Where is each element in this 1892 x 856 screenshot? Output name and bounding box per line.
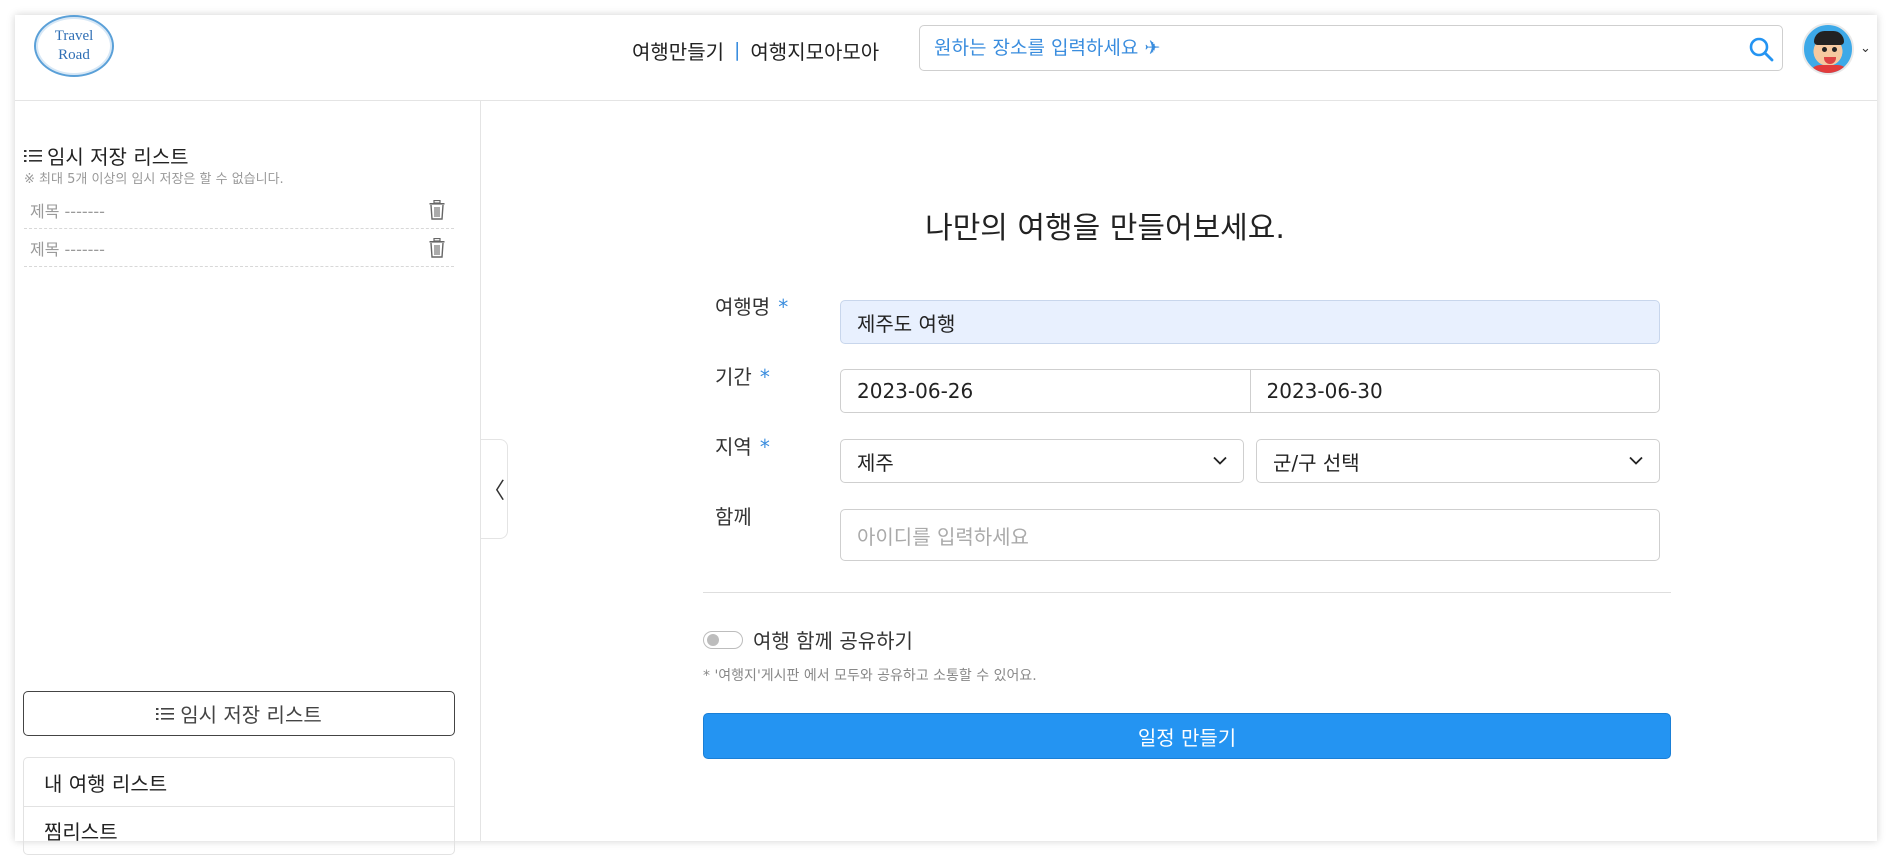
search-icon[interactable]	[1744, 32, 1778, 66]
page-title: 나만의 여행을 만들어보세요.	[925, 211, 1285, 246]
temp-list-heading: 임시 저장 리스트	[24, 141, 189, 170]
nav-destinations[interactable]: 여행지모아모아	[750, 36, 879, 65]
trip-name-label: 여행명 *	[715, 295, 789, 319]
period-label: 기간 *	[715, 365, 770, 389]
chevron-left-icon: 〈	[482, 479, 505, 504]
form-divider	[703, 592, 1671, 593]
user-avatar[interactable]	[1802, 23, 1854, 75]
chevron-down-icon	[1213, 456, 1227, 465]
temp-list-button[interactable]: 임시 저장 리스트	[23, 691, 455, 736]
list-icon	[24, 149, 42, 162]
sidebar-collapse-button[interactable]: 〈	[481, 439, 508, 539]
top-header: Travel Road 여행만들기 | 여행지모아모아 ⌄	[15, 15, 1877, 101]
nav-separator: |	[734, 39, 741, 61]
start-date-input[interactable]: 2023-06-26	[841, 370, 1250, 412]
temp-list-title: 임시 저장 리스트	[47, 145, 189, 169]
end-date-input[interactable]: 2023-06-30	[1249, 370, 1660, 412]
search-input[interactable]	[934, 26, 1724, 70]
together-label: 함께	[715, 505, 752, 529]
logo-text-line2: Road	[58, 47, 90, 63]
search-bar	[919, 25, 1783, 71]
my-trip-list-link[interactable]: 내 여행 리스트	[24, 758, 454, 806]
share-toggle[interactable]	[703, 630, 743, 649]
region-label: 지역 *	[715, 435, 770, 459]
app-window: Travel Road 여행만들기 | 여행지모아모아 ⌄	[15, 15, 1877, 855]
list-icon	[156, 707, 175, 720]
required-mark: *	[759, 435, 770, 459]
share-note: * '여행지'게시판 에서 모두와 공유하고 소통할 수 있어요.	[703, 668, 1037, 684]
create-schedule-button[interactable]: 일정 만들기	[703, 713, 1671, 759]
required-mark: *	[759, 365, 770, 389]
nav-make-trip[interactable]: 여행만들기	[632, 36, 724, 65]
temp-list-button-label: 임시 저장 리스트	[180, 703, 322, 727]
chevron-down-icon	[1629, 456, 1643, 465]
trash-icon[interactable]	[426, 199, 448, 221]
province-select[interactable]: 제주	[840, 439, 1244, 483]
temp-list: 제목 ------- 제목 -------	[24, 191, 454, 267]
period-range: 2023-06-26 2023-06-30	[840, 369, 1660, 413]
temp-list-item[interactable]: 제목 -------	[24, 191, 454, 229]
companion-id-input[interactable]: 아이디를 입력하세요	[840, 509, 1660, 561]
trash-icon[interactable]	[426, 237, 448, 259]
district-select[interactable]: 군/구 선택	[1256, 439, 1660, 483]
temp-item-title: 제목 -------	[30, 201, 105, 221]
share-toggle-label: 여행 함께 공유하기	[753, 629, 913, 653]
logo-text-line1: Travel	[54, 28, 94, 44]
temp-item-title: 제목 -------	[30, 239, 105, 259]
wishlist-link[interactable]: 찜리스트	[24, 806, 454, 854]
my-lists: 내 여행 리스트 찜리스트	[23, 757, 455, 855]
required-mark: *	[778, 295, 789, 319]
main-nav: 여행만들기 | 여행지모아모아	[632, 36, 879, 64]
temp-list-notice: ※ 최대 5개 이상의 임시 저장은 할 수 없습니다.	[24, 172, 284, 187]
trip-name-input[interactable]: 제주도 여행	[840, 300, 1660, 344]
share-toggle-row: 여행 함께 공유하기	[703, 625, 913, 654]
sidebar: 임시 저장 리스트 ※ 최대 5개 이상의 임시 저장은 할 수 없습니다. 제…	[15, 101, 481, 855]
travel-road-logo[interactable]: Travel Road	[34, 15, 114, 77]
chevron-down-icon[interactable]: ⌄	[1860, 41, 1871, 56]
temp-list-item[interactable]: 제목 -------	[24, 229, 454, 267]
